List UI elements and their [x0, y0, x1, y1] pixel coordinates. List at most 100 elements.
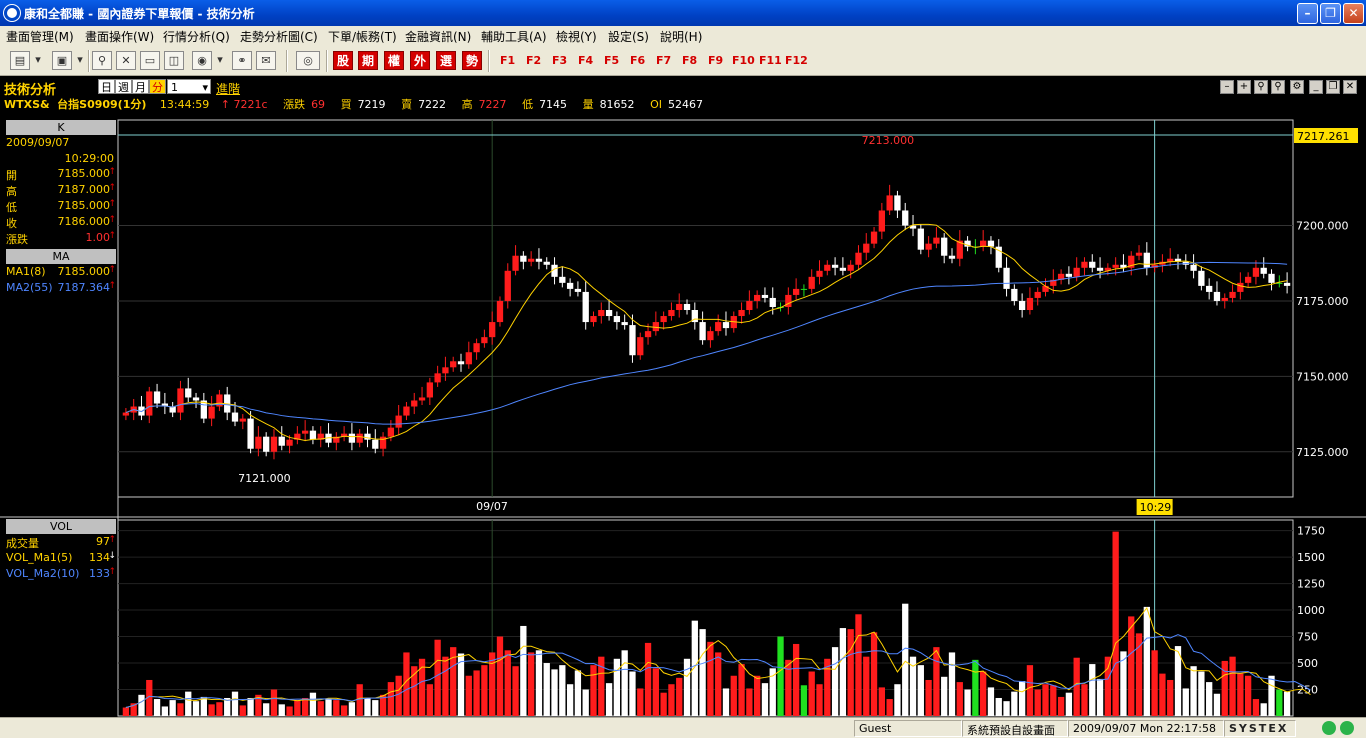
candle [270, 436, 278, 452]
candle [1283, 282, 1291, 286]
candle [528, 258, 535, 262]
candle [1112, 264, 1119, 268]
volume-bar [333, 700, 340, 716]
app-window: 康和全都賺 - 國內證券下單報價 - 技術分析 – ❐ ✕ 畫面管理(M) 畫面… [0, 0, 1366, 738]
volume-bar [356, 684, 363, 716]
volume-bar [1112, 531, 1119, 716]
volume-bar [348, 702, 356, 716]
volume-bar [395, 675, 402, 716]
volume-bar [1229, 656, 1236, 716]
volume-bar [504, 650, 511, 716]
candle [941, 237, 948, 256]
volume-bar [1190, 666, 1197, 716]
candle [652, 322, 659, 332]
volume-bar [909, 656, 917, 716]
candle [590, 316, 597, 323]
connection-status-icon [1322, 721, 1336, 735]
volume-bar [995, 697, 1002, 716]
volume-bar [512, 666, 519, 716]
candle [263, 436, 270, 452]
volume-bar [231, 691, 239, 716]
candle [1003, 267, 1010, 289]
price-tick-label: 7125.000 [1296, 446, 1349, 459]
volume-bar [122, 707, 130, 716]
candle [925, 243, 932, 250]
candle [824, 264, 831, 271]
volume-bar [286, 706, 293, 716]
volume-bar [543, 663, 550, 716]
volume-bar [831, 647, 839, 716]
price-panel-frame [117, 119, 1294, 498]
volume-bar [1151, 650, 1158, 716]
volume-bar [1206, 682, 1213, 716]
candle [231, 412, 239, 422]
candle [1237, 282, 1244, 292]
volume-bar [980, 671, 987, 716]
volume-bar [1143, 606, 1150, 716]
candle [621, 322, 628, 326]
volume-bar [535, 650, 543, 716]
volume-bar [1213, 693, 1221, 716]
volume-bar [1244, 675, 1252, 716]
volume-bar [1026, 665, 1034, 716]
volume-bar [364, 697, 371, 716]
volume-bar [528, 652, 535, 716]
candle [1229, 291, 1236, 298]
candle [644, 331, 652, 338]
k-high: 高 7187.000 ↑ [6, 183, 116, 198]
volume-bar [730, 675, 737, 716]
candle [504, 270, 511, 301]
candle [1034, 291, 1041, 298]
candle [473, 343, 480, 353]
volume-bar [442, 656, 449, 716]
technical-chart[interactable]: 7125.000 7150.000 7175.000 7200.000 250 500 75… [0, 0, 1366, 717]
candle [255, 436, 262, 449]
status-screen: 系統預設自設畫面 [962, 720, 1068, 737]
volume-bar [613, 658, 621, 716]
volume-bar [816, 684, 823, 716]
candle [465, 352, 472, 365]
candle [816, 270, 823, 277]
volume-bar [754, 675, 761, 716]
candle [1081, 261, 1088, 268]
candle [894, 195, 901, 211]
price-tick-label: 7175.000 [1296, 295, 1349, 308]
candle [146, 391, 153, 416]
volume-bar [676, 677, 683, 716]
candle [761, 294, 769, 298]
volume-bar [683, 658, 691, 716]
volume-bar [722, 688, 730, 716]
candle [239, 418, 246, 422]
candle [372, 439, 379, 449]
volume-bar [520, 625, 527, 716]
candle [418, 397, 426, 401]
volume-bar [574, 670, 582, 716]
candle [247, 418, 254, 449]
volume-bar [715, 652, 722, 716]
volume-bar [465, 675, 472, 716]
volume-bar [933, 647, 940, 716]
volume-bar [863, 656, 870, 716]
volume-bar [1128, 616, 1135, 716]
volume-bar [1081, 684, 1088, 716]
price-tick-label: 7150.000 [1296, 370, 1349, 383]
price-tick-label: 7200.000 [1296, 220, 1349, 233]
candle [1073, 267, 1080, 277]
candle [395, 415, 402, 428]
candle [676, 303, 683, 311]
candle [1198, 270, 1205, 286]
candle [769, 297, 776, 307]
volume-bar [691, 620, 698, 716]
volume-bar [1252, 699, 1260, 716]
volume-bar [185, 691, 192, 716]
candle [309, 430, 317, 440]
volume-bar [551, 669, 558, 716]
volume-tick-label: 250 [1297, 684, 1318, 697]
ma-panel-header: MA [6, 249, 116, 264]
volume-tick-label: 500 [1297, 657, 1318, 670]
candle [356, 433, 363, 443]
volume-bar [855, 614, 862, 716]
candle [1206, 285, 1213, 292]
candle [715, 322, 722, 332]
volume-bar [325, 699, 332, 716]
